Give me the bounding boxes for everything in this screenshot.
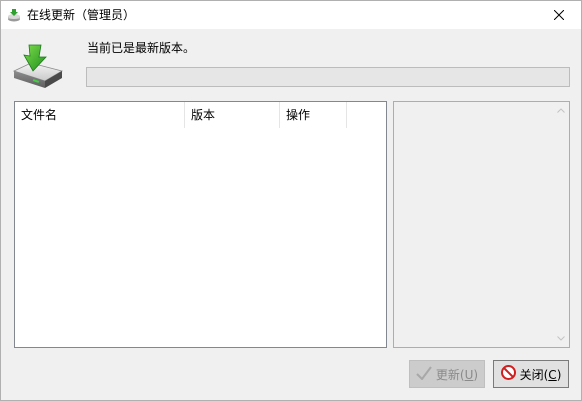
drive-download-icon: [11, 41, 65, 91]
close-button-label: 关闭(C): [519, 367, 562, 382]
check-icon: [416, 365, 432, 383]
scroll-up-button[interactable]: [552, 102, 569, 119]
column-header-version[interactable]: 版本: [185, 102, 280, 128]
update-icon: [7, 8, 21, 22]
close-icon: [554, 10, 564, 20]
window-title: 在线更新（管理员）: [27, 8, 136, 22]
update-button-label: 更新(U): [435, 367, 479, 382]
dialog-body: 当前已是最新版本。 文件名 版本 操作 更新(U) 关闭(C): [1, 29, 581, 400]
column-header-filename[interactable]: 文件名: [15, 102, 185, 128]
chevron-up-icon: [556, 108, 565, 113]
update-dialog: 在线更新（管理员） 当前已是最新版本。 文件名 版本 操作 更新(U) 关闭(C…: [0, 0, 582, 401]
close-button[interactable]: 关闭(C): [493, 360, 569, 388]
list-header: 文件名 版本 操作: [15, 102, 386, 128]
column-header-action[interactable]: 操作: [280, 102, 347, 128]
vertical-scrollbar[interactable]: [552, 102, 569, 347]
update-button[interactable]: 更新(U): [409, 360, 485, 388]
file-list[interactable]: 文件名 版本 操作: [14, 101, 387, 348]
status-message: 当前已是最新版本。: [87, 41, 196, 55]
scroll-down-button[interactable]: [552, 330, 569, 347]
window-close-button[interactable]: [537, 1, 581, 29]
title-bar: 在线更新（管理员）: [1, 1, 581, 29]
stop-icon: [500, 365, 516, 383]
progress-bar: [86, 67, 570, 87]
detail-panel: [393, 101, 570, 348]
chevron-down-icon: [556, 336, 565, 341]
